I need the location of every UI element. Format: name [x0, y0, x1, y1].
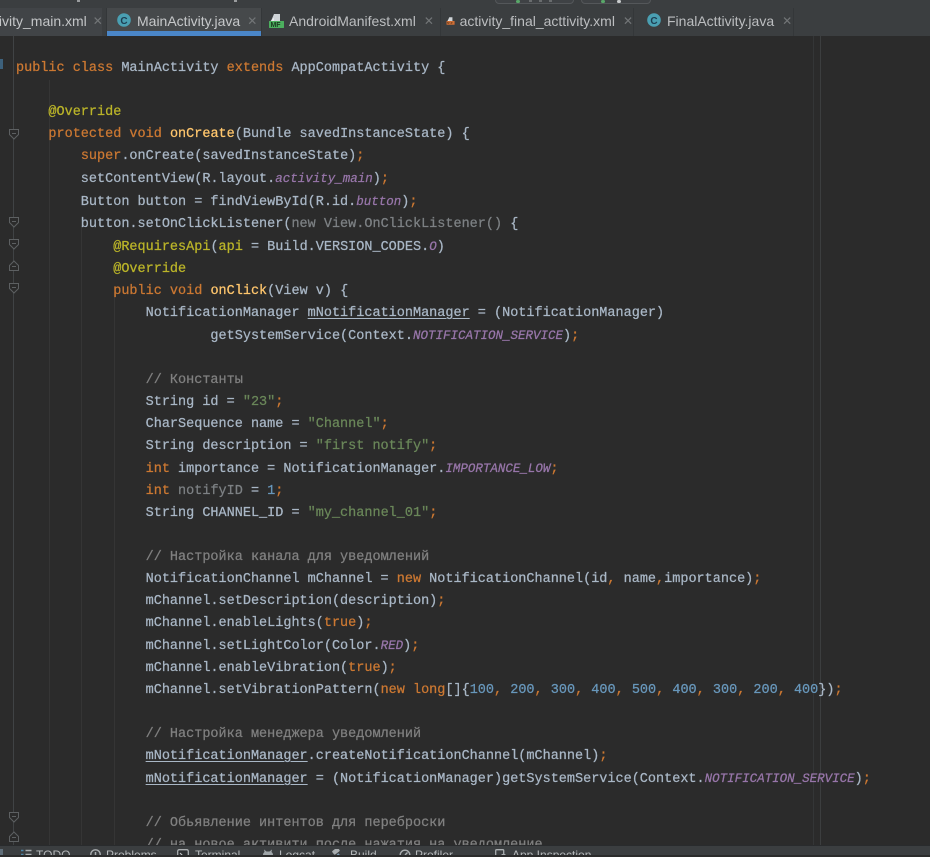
svg-text:MF: MF [270, 22, 281, 29]
svg-text:<·>: <·> [447, 21, 453, 25]
svg-text:C: C [120, 15, 127, 26]
svg-text:C: C [650, 15, 657, 26]
